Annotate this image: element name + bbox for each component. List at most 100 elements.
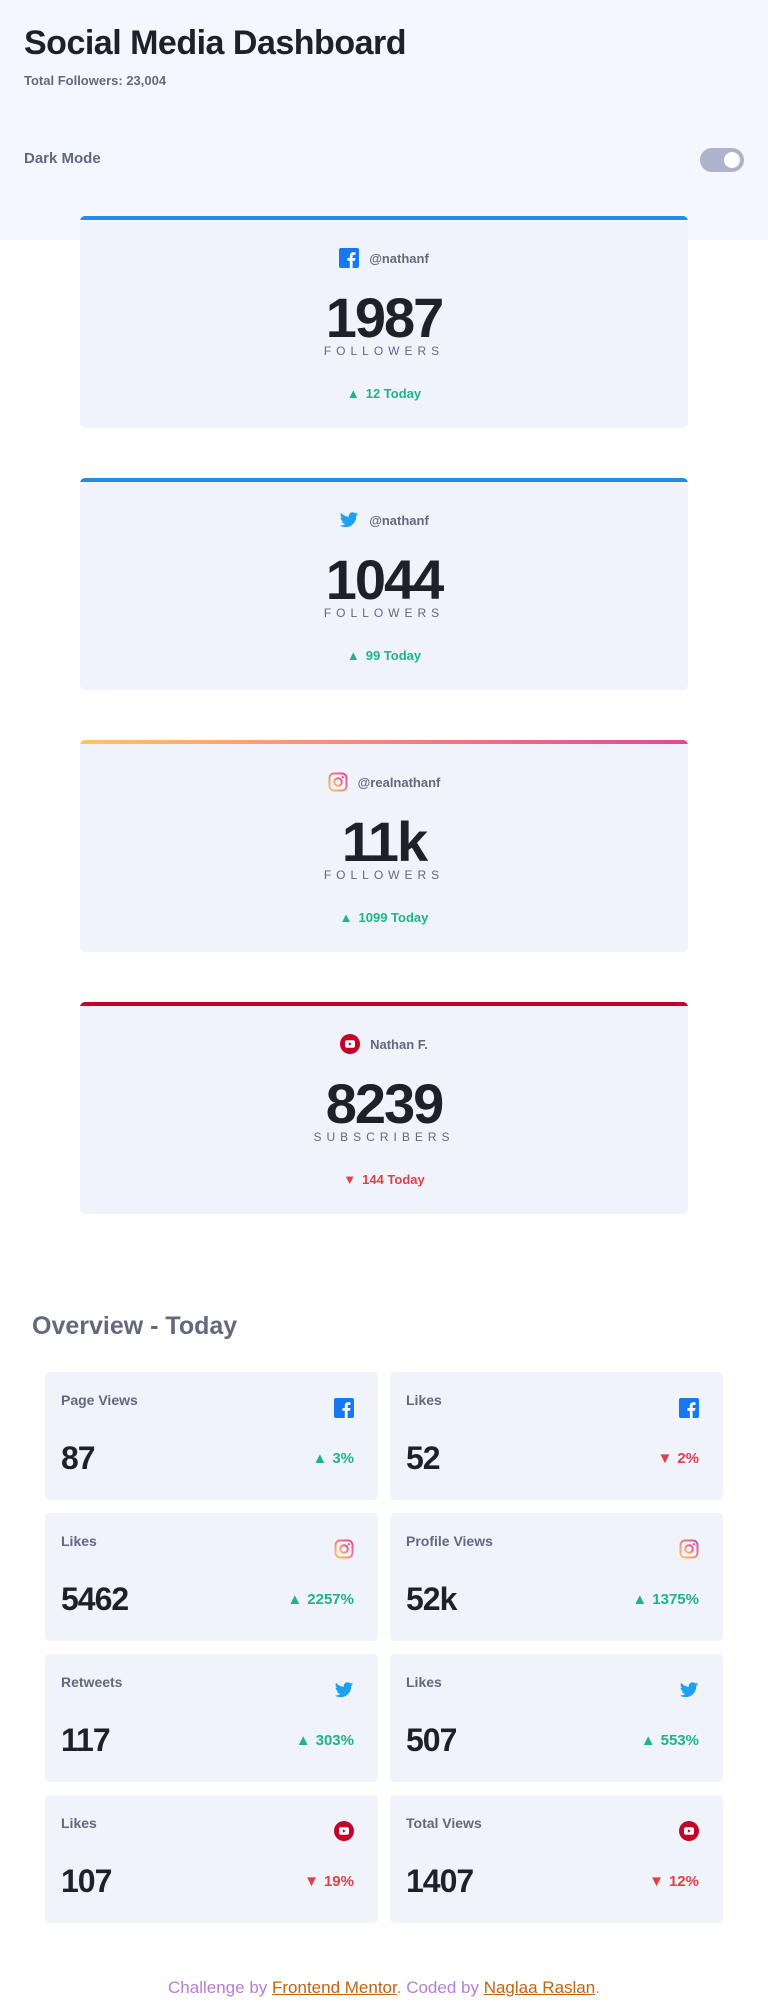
facebook-icon bbox=[334, 1398, 354, 1418]
overview-percent: ▼ 12% bbox=[649, 1873, 699, 1890]
today-value: 99 Today bbox=[365, 648, 422, 663]
overview-card[interactable]: Likes 52 ▼ 2% bbox=[390, 1372, 723, 1500]
overview-card[interactable]: Profile Views 52k ▲ 1375% bbox=[390, 1513, 723, 1641]
overview-percent: ▲ 3% bbox=[312, 1450, 354, 1467]
arrow-up-icon: ▲ bbox=[287, 1591, 303, 1608]
overview-value: 1407 bbox=[406, 1863, 474, 1899]
arrow-down-icon: ▼ bbox=[657, 1450, 673, 1467]
twitter-icon bbox=[339, 510, 359, 530]
dark-mode-label: Dark Mode bbox=[24, 150, 101, 167]
overview-metric: Page Views bbox=[61, 1392, 138, 1408]
card-handle: Nathan F. bbox=[370, 1036, 428, 1052]
overview-percent: ▼ 2% bbox=[657, 1450, 699, 1467]
twitter-followers-card[interactable]: @nathanf 1044 FOLLOWERS ▲ 99 Today bbox=[80, 478, 688, 690]
overview-value: 52 bbox=[406, 1440, 441, 1476]
arrow-down-icon: ▼ bbox=[304, 1873, 319, 1890]
overview-percent: ▼ 19% bbox=[304, 1873, 354, 1890]
arrow-down-icon: ▼ bbox=[343, 1172, 357, 1187]
overview-card[interactable]: Total Views 1407 ▼ 12% bbox=[390, 1795, 723, 1923]
arrow-up-icon: ▲ bbox=[339, 910, 353, 925]
arrow-up-icon: ▲ bbox=[295, 1732, 311, 1749]
twitter-icon bbox=[334, 1680, 354, 1700]
card-handle-row: @nathanf bbox=[80, 248, 688, 268]
overview-metric: Likes bbox=[61, 1815, 97, 1831]
instagram-icon bbox=[328, 772, 348, 792]
overview-metric: Profile Views bbox=[406, 1533, 493, 1549]
card-accent-bar bbox=[80, 740, 688, 744]
today-change: ▲ 1099 Today bbox=[80, 910, 688, 925]
card-handle-row: @nathanf bbox=[80, 510, 688, 530]
footer-middle: . Coded by bbox=[396, 1978, 484, 1997]
youtube-subscribers-card[interactable]: Nathan F. 8239 SUBSCRIBERS ▼ 144 Today bbox=[80, 1002, 688, 1214]
today-value: 1099 Today bbox=[358, 910, 429, 925]
overview-metric: Retweets bbox=[61, 1674, 123, 1690]
percent-value: 1375% bbox=[652, 1591, 699, 1608]
toggle-knob bbox=[724, 152, 740, 168]
overview-card[interactable]: Page Views 87 ▲ 3% bbox=[45, 1372, 378, 1500]
overview-value: 107 bbox=[61, 1863, 112, 1899]
card-handle: @realnathanf bbox=[357, 774, 441, 790]
page-header: Social Media Dashboard Total Followers: … bbox=[24, 24, 407, 88]
total-followers: Total Followers: 23,004 bbox=[24, 73, 167, 88]
dark-mode-toggle[interactable] bbox=[700, 148, 744, 172]
twitter-icon bbox=[679, 1680, 699, 1700]
footer-suffix: . bbox=[595, 1978, 600, 1997]
instagram-followers-card[interactable]: @realnathanf 11k FOLLOWERS ▲ 1099 Today bbox=[80, 740, 688, 952]
youtube-icon bbox=[334, 1821, 354, 1841]
youtube-icon bbox=[679, 1821, 699, 1841]
arrow-up-icon: ▲ bbox=[640, 1732, 656, 1749]
percent-value: 303% bbox=[315, 1732, 354, 1749]
today-change: ▼ 144 Today bbox=[80, 1172, 688, 1187]
percent-value: 3% bbox=[332, 1450, 354, 1467]
follower-label: FOLLOWERS bbox=[323, 344, 445, 358]
arrow-up-icon: ▲ bbox=[346, 386, 360, 401]
overview-value: 52k bbox=[406, 1581, 457, 1617]
overview-value: 87 bbox=[61, 1440, 96, 1476]
percent-value: 553% bbox=[660, 1732, 699, 1749]
arrow-up-icon: ▲ bbox=[632, 1591, 648, 1608]
overview-card[interactable]: Likes 5462 ▲ 2257% bbox=[45, 1513, 378, 1641]
overview-card[interactable]: Likes 107 ▼ 19% bbox=[45, 1795, 378, 1923]
overview-card[interactable]: Likes 507 ▲ 553% bbox=[390, 1654, 723, 1782]
subscriber-count: 8239 bbox=[325, 1072, 445, 1135]
arrow-up-icon: ▲ bbox=[346, 648, 360, 663]
overview-percent: ▲ 553% bbox=[641, 1732, 699, 1749]
youtube-icon bbox=[340, 1034, 361, 1054]
follower-label: FOLLOWERS bbox=[323, 868, 445, 882]
overview-percent: ▲ 2257% bbox=[287, 1591, 354, 1608]
today-value: 144 Today bbox=[362, 1172, 425, 1187]
today-value: 12 Today bbox=[365, 386, 422, 401]
facebook-icon bbox=[339, 248, 360, 268]
overview-percent: ▲ 1375% bbox=[632, 1591, 699, 1608]
percent-value: 19% bbox=[323, 1873, 354, 1890]
frontend-mentor-link[interactable]: Frontend Mentor bbox=[272, 1978, 397, 1997]
follower-count: 1044 bbox=[325, 548, 445, 611]
overview-value: 5462 bbox=[61, 1581, 129, 1617]
today-change: ▲ 12 Today bbox=[80, 386, 688, 401]
overview-metric: Likes bbox=[406, 1392, 442, 1408]
follower-count: 1987 bbox=[325, 286, 445, 349]
percent-value: 2257% bbox=[307, 1591, 354, 1608]
follower-count: 11k bbox=[341, 810, 428, 873]
attribution-footer: Challenge by Frontend Mentor. Coded by N… bbox=[0, 1978, 768, 1998]
facebook-followers-card[interactable]: @nathanf 1987 FOLLOWERS ▲ 12 Today bbox=[80, 216, 688, 428]
instagram-icon bbox=[334, 1539, 354, 1559]
subscriber-label: SUBSCRIBERS bbox=[313, 1130, 455, 1144]
facebook-icon bbox=[679, 1398, 699, 1418]
overview-metric: Total Views bbox=[406, 1815, 482, 1831]
card-handle-row: @realnathanf bbox=[80, 772, 688, 792]
overview-metric: Likes bbox=[61, 1533, 97, 1549]
overview-card[interactable]: Retweets 117 ▲ 303% bbox=[45, 1654, 378, 1782]
follower-label: FOLLOWERS bbox=[323, 606, 445, 620]
author-link[interactable]: Naglaa Raslan bbox=[484, 1978, 596, 1997]
arrow-down-icon: ▼ bbox=[649, 1873, 664, 1890]
card-handle-row: Nathan F. bbox=[80, 1034, 688, 1054]
card-accent-bar bbox=[80, 478, 688, 482]
footer-prefix: Challenge by bbox=[168, 1978, 272, 1997]
overview-percent: ▲ 303% bbox=[296, 1732, 354, 1749]
card-handle: @nathanf bbox=[369, 512, 429, 528]
card-accent-bar bbox=[80, 1002, 688, 1006]
instagram-icon bbox=[679, 1539, 699, 1559]
today-change: ▲ 99 Today bbox=[80, 648, 688, 663]
overview-value: 507 bbox=[406, 1722, 457, 1758]
